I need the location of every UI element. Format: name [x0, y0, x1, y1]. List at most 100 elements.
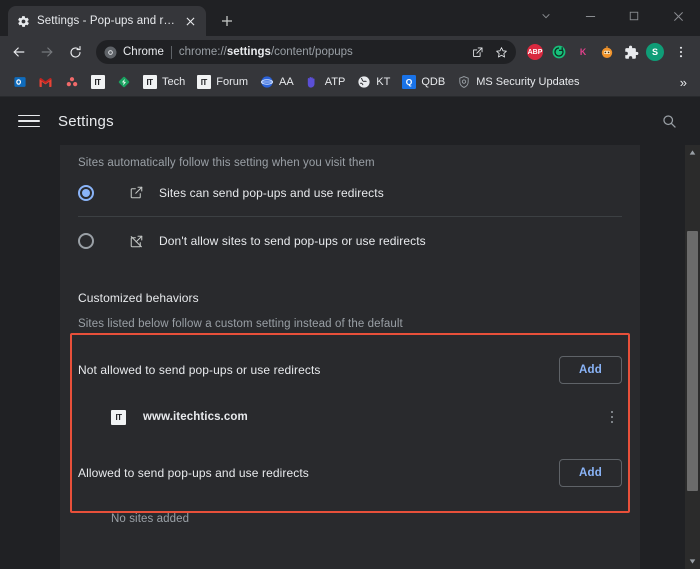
minimize-button[interactable] — [568, 0, 612, 32]
blocked-section-header: Not allowed to send pop-ups or use redir… — [78, 344, 622, 396]
radio-option-allow-popups[interactable]: Sites can send pop-ups and use redirects — [78, 169, 622, 217]
allowed-section-label: Allowed to send pop-ups and use redirect… — [78, 466, 309, 480]
star-icon[interactable] — [490, 41, 512, 63]
reload-button[interactable] — [62, 39, 88, 65]
bookmark-kt[interactable]: KT — [351, 72, 395, 93]
bookmark-tech[interactable]: IT Tech — [137, 72, 190, 93]
bookmark-label: QDB — [421, 76, 446, 88]
svg-text:K: K — [580, 47, 587, 57]
bookmark-atp[interactable]: ATP — [300, 72, 351, 93]
bookmark-label: MS Security Updates — [476, 76, 580, 88]
add-blocked-site-button[interactable]: Add — [559, 356, 622, 384]
share-icon[interactable] — [466, 41, 488, 63]
profile-avatar[interactable]: S — [644, 41, 666, 63]
tab-search-button[interactable] — [524, 0, 568, 32]
shield-icon — [456, 75, 471, 90]
diamond-icon — [116, 75, 131, 90]
forward-button[interactable] — [34, 39, 60, 65]
omnibox-actions — [466, 41, 512, 63]
globe-icon — [356, 75, 371, 90]
bookmark-asana[interactable] — [59, 72, 84, 93]
bookmark-label: AA — [279, 76, 294, 88]
scrollbar-thumb[interactable] — [687, 231, 698, 491]
extension-orange-icon[interactable] — [596, 41, 618, 63]
open-in-new-icon — [127, 184, 145, 202]
it-box-icon: IT — [196, 75, 211, 90]
bookmark-label: Tech — [162, 76, 186, 88]
navigation-toolbar: Chrome chrome://settings/content/popups … — [0, 36, 700, 68]
page-title: Settings — [58, 112, 114, 130]
it-box-icon: IT — [142, 75, 157, 90]
gear-icon — [16, 14, 30, 28]
bookmark-green-diamond[interactable] — [111, 72, 136, 93]
site-list-item[interactable]: IT www.itechtics.com — [78, 396, 622, 438]
window-controls — [524, 0, 700, 32]
hamburger-icon[interactable] — [18, 110, 40, 132]
bookmark-qdb[interactable]: Q QDB — [396, 72, 450, 93]
settings-card: Sites automatically follow this setting … — [60, 145, 640, 569]
browser-tab[interactable]: Settings - Pop-ups and redirects — [8, 6, 206, 36]
url-prefix: chrome:// — [178, 46, 227, 58]
site-more-options-icon[interactable] — [602, 407, 622, 427]
blue-globe-icon — [259, 75, 274, 90]
url-highlight: settings — [226, 46, 271, 58]
extensions-puzzle-icon[interactable] — [620, 41, 642, 63]
scroll-down-arrow-icon[interactable] — [685, 554, 700, 569]
address-bar[interactable]: Chrome chrome://settings/content/popups — [96, 40, 516, 64]
scroll-up-arrow-icon[interactable] — [685, 145, 700, 160]
back-button[interactable] — [6, 39, 32, 65]
add-allowed-site-button[interactable]: Add — [559, 459, 622, 487]
search-icon[interactable] — [656, 108, 682, 134]
purple-hand-icon — [305, 75, 320, 90]
q-box-icon: Q — [401, 75, 416, 90]
radio-indicator[interactable] — [78, 233, 94, 249]
adblock-badge: ABP — [527, 44, 543, 60]
radio-option-block-popups[interactable]: Don't allow sites to send pop-ups or use… — [78, 217, 622, 265]
extension-adblock-plus-icon[interactable]: ABP — [524, 41, 546, 63]
vertical-scrollbar[interactable] — [685, 145, 700, 569]
site-favicon: IT — [111, 409, 126, 425]
new-tab-button[interactable] — [214, 8, 240, 34]
browser-window: Settings - Pop-ups and redirects — [0, 0, 700, 569]
asana-icon — [64, 75, 79, 90]
chrome-chip-label: Chrome — [123, 46, 164, 58]
bookmarks-bar: IT IT Tech IT Forum AA ATP KT Q QDB MS S… — [0, 68, 700, 97]
avatar-initial: S — [646, 43, 664, 61]
tab-title: Settings - Pop-ups and redirects — [37, 15, 175, 27]
allowed-empty-state: No sites added — [78, 499, 622, 539]
bookmark-label: Forum — [216, 76, 249, 88]
radio-label: Sites can send pop-ups and use redirects — [159, 185, 384, 200]
bookmark-itechtics[interactable]: IT — [85, 72, 110, 93]
bookmark-ms-security-updates[interactable]: MS Security Updates — [451, 72, 584, 93]
bookmark-aa[interactable]: AA — [254, 72, 299, 93]
gmail-icon — [38, 75, 53, 90]
open-in-new-off-icon — [127, 232, 145, 250]
customized-behaviors-title: Customized behaviors — [78, 291, 199, 305]
radio-indicator[interactable] — [78, 184, 94, 201]
maximize-button[interactable] — [612, 0, 656, 32]
settings-content: Sites automatically follow this setting … — [0, 145, 700, 569]
bookmarks-overflow-button[interactable]: » — [674, 73, 693, 92]
outlook-icon — [12, 75, 27, 90]
bookmark-gmail[interactable] — [33, 72, 58, 93]
chrome-logo-icon — [104, 46, 117, 58]
extension-green-icon[interactable] — [548, 41, 570, 63]
bookmark-outlook[interactable] — [7, 72, 32, 93]
allowed-section-header: Allowed to send pop-ups and use redirect… — [78, 447, 622, 499]
url-suffix: /content/popups — [270, 46, 353, 58]
bookmark-label: ATP — [324, 76, 346, 88]
close-icon[interactable] — [182, 13, 198, 29]
it-box-icon: IT — [90, 75, 105, 90]
site-name: www.itechtics.com — [143, 411, 248, 423]
bookmark-forum[interactable]: IT Forum — [191, 72, 253, 93]
radio-label: Don't allow sites to send pop-ups or use… — [159, 234, 426, 248]
tab-strip: Settings - Pop-ups and redirects — [0, 0, 700, 36]
customized-behaviors-subtitle: Sites listed below follow a custom setti… — [78, 318, 403, 330]
close-button[interactable] — [656, 0, 700, 32]
chrome-menu-button[interactable] — [668, 39, 694, 65]
extension-k-icon[interactable]: K — [572, 41, 594, 63]
chrome-chip: Chrome — [104, 46, 164, 59]
omnibox-divider — [170, 45, 172, 59]
settings-header: Settings — [0, 97, 700, 145]
svg-text:Q: Q — [406, 77, 413, 87]
